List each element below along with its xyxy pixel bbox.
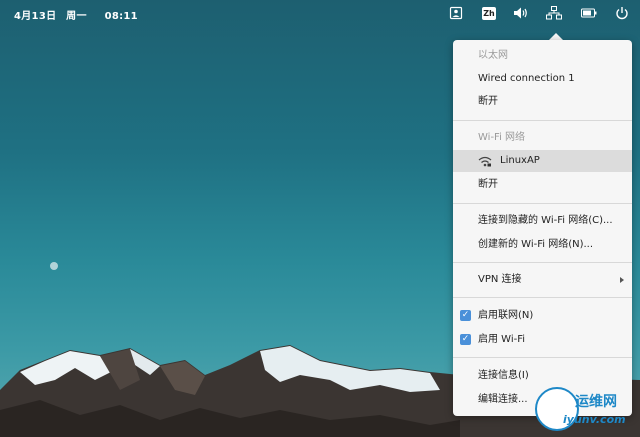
lang-icon[interactable]: Zh xyxy=(481,5,497,21)
ethernet-disconnect-item[interactable]: 断开 xyxy=(453,91,632,113)
create-wifi-item[interactable]: 创建新的 Wi-Fi 网络(N)... xyxy=(453,234,632,256)
vpn-label: VPN 连接 xyxy=(478,274,522,285)
wifi-network-item[interactable]: LinuxAP xyxy=(453,150,632,172)
network-icon[interactable] xyxy=(546,5,562,21)
menu-pointer xyxy=(549,33,563,40)
wired-connection-item[interactable]: Wired connection 1 xyxy=(453,68,632,90)
vpn-connections-item[interactable]: VPN 连接 xyxy=(453,269,632,291)
network-menu: 以太网 Wired connection 1 断开 Wi-Fi 网络 Linux… xyxy=(453,40,632,416)
wifi-header: Wi-Fi 网络 xyxy=(478,132,526,143)
watermark-logo: 运维网 iyunv.com xyxy=(535,385,635,433)
battery-icon[interactable] xyxy=(581,5,597,21)
enable-wifi-label: 启用 Wi-Fi xyxy=(478,334,526,345)
connection-info-item[interactable]: 连接信息(I) xyxy=(453,365,632,387)
wifi-signal-icon xyxy=(478,156,492,167)
connect-hidden-wifi-item[interactable]: 连接到隐藏的 Wi-Fi 网络(C)... xyxy=(453,210,632,232)
enable-wifi-item[interactable]: ✓ 启用 Wi-Fi xyxy=(453,329,632,351)
enable-networking-label: 启用联网(N) xyxy=(478,310,534,321)
watermark-text: 运维网 xyxy=(575,394,617,410)
checkbox-checked-icon[interactable]: ✓ xyxy=(460,334,471,345)
clock-time: 08:11 xyxy=(104,11,138,22)
clock-weekday: 周一 xyxy=(66,11,87,22)
enable-networking-item[interactable]: ✓ 启用联网(N) xyxy=(453,305,632,327)
top-panel: 4月13日 周一 08:11 Zh xyxy=(0,0,640,26)
separator xyxy=(453,262,632,263)
wifi-network-label: LinuxAP xyxy=(500,155,540,166)
moon xyxy=(50,262,58,270)
ethernet-header: 以太网 xyxy=(478,50,508,61)
clock[interactable]: 4月13日 周一 08:11 xyxy=(14,7,144,22)
separator xyxy=(453,203,632,204)
lang-label: Zh xyxy=(482,6,496,20)
separator xyxy=(453,297,632,298)
wifi-disconnect-item[interactable]: 断开 xyxy=(453,174,632,196)
clock-date: 4月13日 xyxy=(14,11,57,22)
power-icon[interactable] xyxy=(614,5,630,21)
separator xyxy=(453,120,632,121)
separator xyxy=(453,357,632,358)
checkbox-checked-icon[interactable]: ✓ xyxy=(460,310,471,321)
watermark-subtext: iyunv.com xyxy=(563,413,626,426)
volume-icon[interactable] xyxy=(513,5,529,21)
submenu-arrow-icon xyxy=(620,277,624,283)
user-icon[interactable] xyxy=(448,5,464,21)
